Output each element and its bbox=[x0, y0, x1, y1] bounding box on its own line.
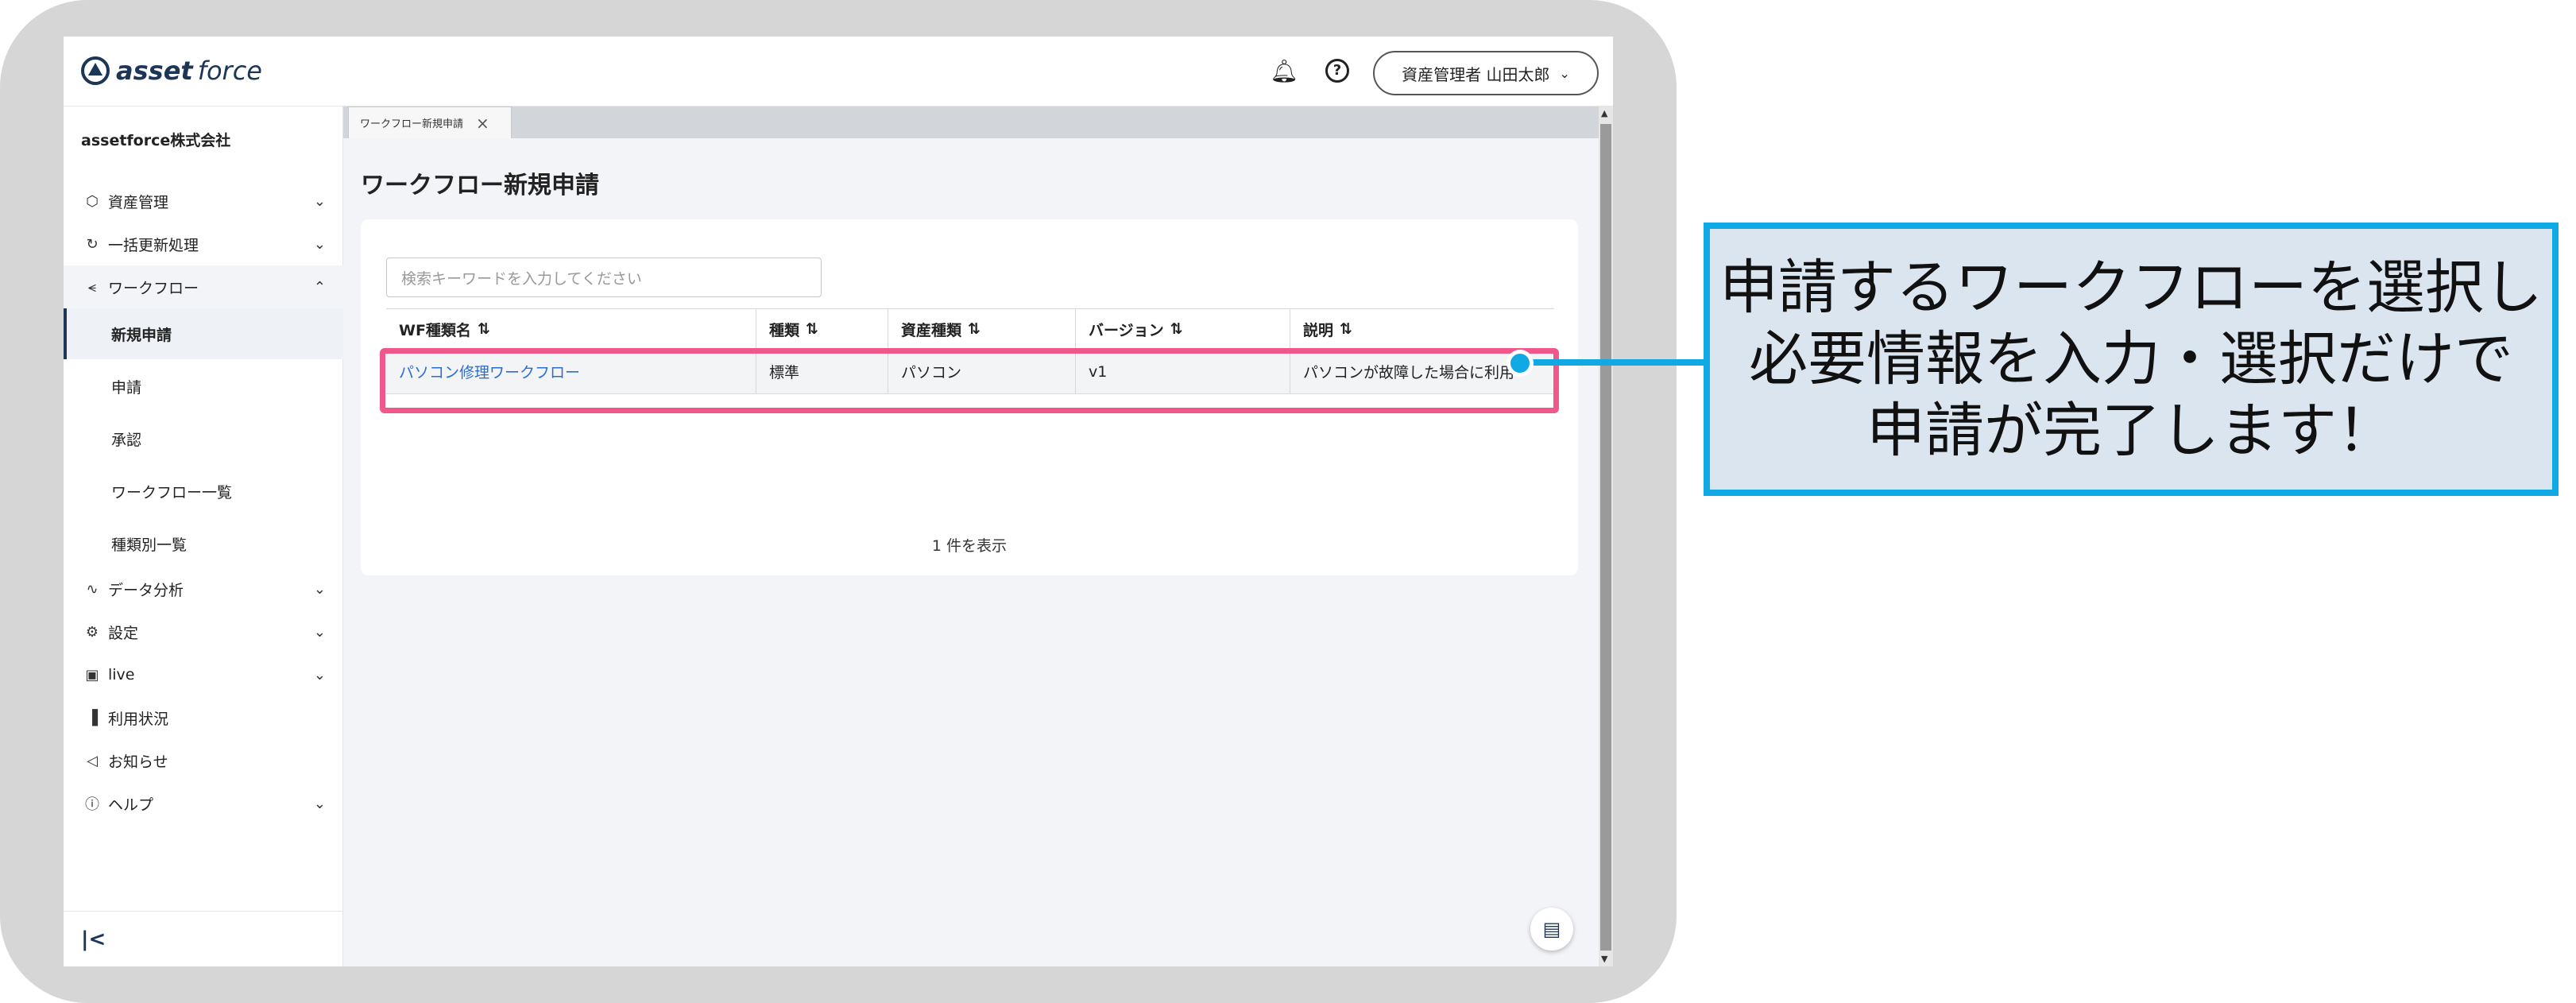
tab-label: ワークフロー新規申請 bbox=[360, 118, 464, 130]
close-icon[interactable]: × bbox=[476, 114, 489, 133]
sidebar-subitem-workflow-list[interactable]: ワークフロー一覧 bbox=[64, 466, 343, 517]
chevron-down-icon: ⌄ bbox=[313, 623, 326, 641]
sidebar-item-settings[interactable]: ⚙ 設定 ⌄ bbox=[64, 610, 343, 653]
user-menu-button[interactable]: 資産管理者 山田太郎 ⌄ bbox=[1373, 51, 1599, 95]
chevron-down-icon: ⌄ bbox=[313, 666, 326, 684]
callout-connector-dot bbox=[1507, 350, 1534, 377]
sidebar-item-usage[interactable]: ▐ 利用状況 bbox=[64, 696, 343, 739]
sidebar-subitem-new-application[interactable]: 新規申請 bbox=[64, 308, 343, 359]
chevron-down-icon: ⌄ bbox=[313, 580, 326, 598]
sort-icon[interactable]: ⇅ bbox=[806, 320, 818, 338]
chevron-down-icon: ⌄ bbox=[1559, 65, 1570, 81]
callout-connector-line bbox=[1527, 359, 1704, 366]
sidebar-item-help[interactable]: ⓘ ヘルプ ⌄ bbox=[64, 782, 343, 825]
sidebar-item-announcements[interactable]: ◁ お知らせ bbox=[64, 739, 343, 782]
sidebar-item-label: お知らせ bbox=[108, 753, 168, 771]
sort-icon[interactable]: ⇅ bbox=[968, 320, 981, 338]
page-title: ワークフロー新規申請 bbox=[361, 172, 599, 199]
sidebar-item-label: 設定 bbox=[108, 624, 139, 642]
chevron-down-icon: ⌄ bbox=[313, 235, 326, 253]
result-count: 1 件を表示 bbox=[931, 537, 1008, 555]
sidebar-item-label: データ分析 bbox=[108, 581, 184, 599]
workflow-icon: ⪪ bbox=[87, 278, 97, 296]
chat-icon[interactable]: ▤ bbox=[1530, 908, 1573, 951]
sort-icon[interactable]: ⇅ bbox=[478, 320, 490, 338]
column-label: 種類 bbox=[769, 321, 800, 339]
column-label: 説明 bbox=[1303, 321, 1334, 339]
collapse-icon: |< bbox=[81, 927, 106, 951]
scroll-down-icon[interactable]: ▼ bbox=[1601, 954, 1607, 964]
user-name: 資産管理者 山田太郎 bbox=[1402, 64, 1550, 84]
sidebar-item-label: live bbox=[108, 666, 135, 684]
sidebar: assetforce株式会社 ⬡ 資産管理 ⌄ ↻ 一括更新処理 ⌄ ⪪ ワーク… bbox=[64, 106, 343, 966]
callout-box: 申請するワークフローを選択し 必要情報を入力・選択だけで 申請が完了します！ bbox=[1704, 223, 2559, 496]
scrollbar[interactable]: ▲ ▼ bbox=[1599, 106, 1613, 966]
scroll-up-icon[interactable]: ▲ bbox=[1601, 108, 1607, 118]
sidebar-item-workflow[interactable]: ⪪ ワークフロー ⌃ bbox=[64, 265, 343, 308]
chevron-down-icon: ⌄ bbox=[313, 192, 326, 210]
usage-icon: ▐ bbox=[87, 709, 98, 726]
column-header[interactable]: WF種類名 ⇅ bbox=[386, 309, 756, 349]
announcement-icon: ◁ bbox=[87, 752, 98, 769]
row-highlight-frame bbox=[380, 348, 1559, 413]
live-icon: ▣ bbox=[85, 666, 99, 684]
sidebar-subitem-application[interactable]: 申請 bbox=[64, 361, 343, 412]
company-name: assetforce株式会社 bbox=[81, 132, 231, 149]
column-header[interactable]: 説明 ⇅ bbox=[1290, 309, 1554, 349]
search-input[interactable]: 検索キーワードを入力してください bbox=[386, 258, 822, 297]
tab-workflow-new-application[interactable]: ワークフロー新規申請 × bbox=[348, 106, 512, 138]
table-header: WF種類名 ⇅ 種類 ⇅ 資産種類 ⇅ バージョン ⇅ 説明 ⇅ bbox=[386, 308, 1554, 350]
sidebar-item-live[interactable]: ▣ live ⌄ bbox=[64, 653, 343, 696]
scrollbar-thumb[interactable] bbox=[1600, 124, 1611, 951]
refresh-icon: ↻ bbox=[86, 235, 99, 253]
callout-line: 申請が完了します！ bbox=[1866, 397, 2396, 465]
analytics-icon: ∿ bbox=[86, 580, 99, 598]
column-header[interactable]: バージョン ⇅ bbox=[1076, 309, 1290, 349]
asset-icon: ⬡ bbox=[86, 192, 99, 210]
main-content: ワークフロー新規申請 × ワークフロー新規申請 検索キーワードを入力してください… bbox=[343, 106, 1599, 966]
callout-line: 申請するワークフローを選択し bbox=[1719, 254, 2543, 322]
sidebar-item-label: 利用状況 bbox=[108, 710, 169, 728]
logo-text-light: force bbox=[197, 56, 262, 86]
sidebar-item-label: 一括更新処理 bbox=[108, 236, 199, 254]
sidebar-item-bulk-update[interactable]: ↻ 一括更新処理 ⌄ bbox=[64, 223, 343, 265]
top-header: asset force 🔔︎ ? 資産管理者 山田太郎 ⌄ bbox=[64, 37, 1613, 106]
sidebar-item-label: 資産管理 bbox=[108, 193, 169, 211]
callout-line: 必要情報を入力・選択だけで bbox=[1749, 325, 2513, 393]
sidebar-subitem-by-type[interactable]: 種類別一覧 bbox=[64, 518, 343, 569]
column-label: バージョン bbox=[1089, 321, 1164, 339]
logo-text-bold: asset bbox=[116, 56, 193, 86]
bell-icon[interactable]: 🔔︎ bbox=[1270, 57, 1298, 86]
tab-bar: ワークフロー新規申請 × bbox=[343, 106, 1599, 138]
logo-mark-icon bbox=[81, 56, 110, 85]
help-icon: ⓘ bbox=[85, 796, 99, 813]
sort-icon[interactable]: ⇅ bbox=[1340, 320, 1352, 338]
settings-icon: ⚙ bbox=[85, 623, 99, 641]
sort-icon[interactable]: ⇅ bbox=[1170, 320, 1183, 338]
help-icon[interactable]: ? bbox=[1325, 59, 1349, 83]
column-header[interactable]: 種類 ⇅ bbox=[756, 309, 888, 349]
sidebar-item-data-analysis[interactable]: ∿ データ分析 ⌄ bbox=[64, 567, 343, 610]
sidebar-item-label: ワークフロー bbox=[108, 279, 199, 297]
column-label: WF種類名 bbox=[399, 321, 471, 339]
sidebar-item-asset-management[interactable]: ⬡ 資産管理 ⌄ bbox=[64, 180, 343, 223]
sidebar-item-label: ヘルプ bbox=[108, 796, 154, 814]
sidebar-subitem-approval[interactable]: 承認 bbox=[64, 413, 343, 464]
logo[interactable]: asset force bbox=[81, 51, 262, 91]
collapse-sidebar-button[interactable]: |< bbox=[64, 911, 343, 966]
chevron-down-icon: ⌄ bbox=[313, 795, 326, 812]
column-header[interactable]: 資産種類 ⇅ bbox=[888, 309, 1076, 349]
chevron-up-icon: ⌃ bbox=[313, 278, 326, 296]
column-label: 資産種類 bbox=[901, 321, 962, 339]
app-screen: asset force 🔔︎ ? 資産管理者 山田太郎 ⌄ assetforce… bbox=[64, 37, 1613, 966]
